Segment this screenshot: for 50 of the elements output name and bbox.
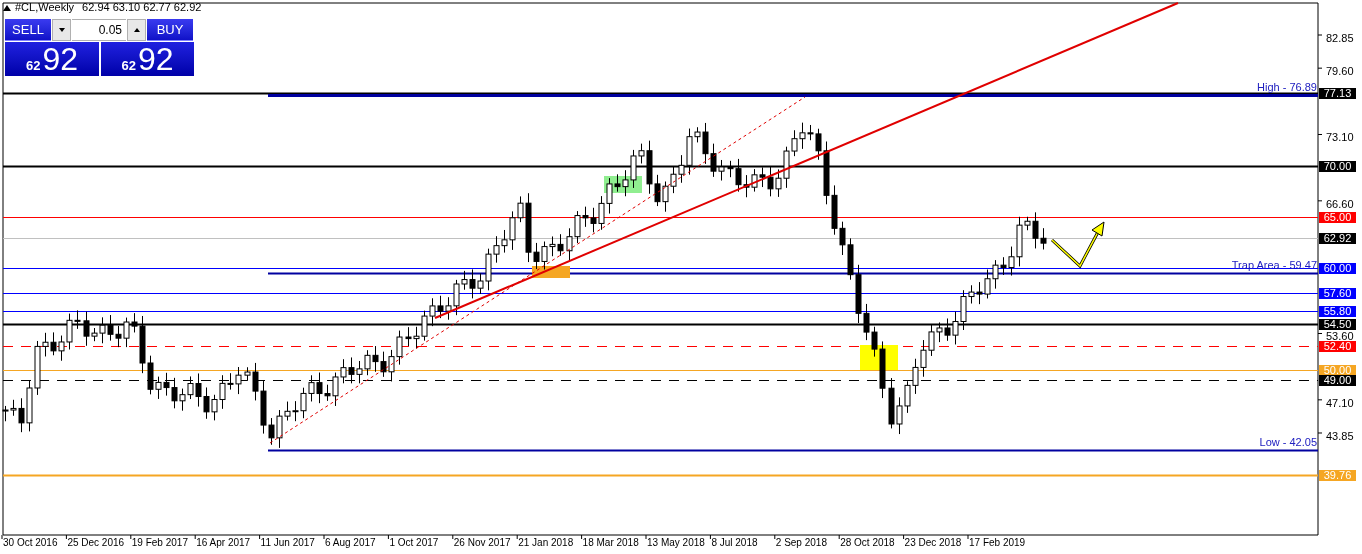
price-tag: 49.00 (1319, 375, 1356, 386)
date-axis-label: 25 Dec 2016 (67, 537, 125, 549)
date-axis-label: 11 Jun 2017 (260, 537, 315, 549)
price-tag: 70.00 (1319, 161, 1356, 172)
caret-down-icon (58, 28, 65, 32)
caret-up-icon (133, 28, 140, 32)
chart-symbol: #CL,Weekly (15, 0, 75, 16)
arrow-drawing (1050, 221, 1105, 269)
triangle-icon[interactable] (3, 4, 11, 11)
date-axis-label: 21 Jan 2018 (518, 537, 574, 549)
level-label: Low - 42.05 (1259, 435, 1317, 448)
axis-tick-label: 43.85 (1326, 430, 1354, 443)
price-tag: 57.60 (1319, 288, 1356, 299)
date-axis-label: 17 Feb 2019 (969, 537, 1026, 549)
date-axis-label: 1 Oct 2017 (389, 537, 439, 549)
axis-tick-label: 73.10 (1326, 131, 1354, 145)
increase-lot-button[interactable] (127, 19, 146, 41)
axis-tick-label: 82.85 (1326, 32, 1354, 45)
buy-price-button[interactable]: 62 92 (101, 42, 194, 76)
date-axis-label: 6 Aug 2017 (325, 537, 376, 549)
date-axis-label: 16 Apr 2017 (196, 537, 251, 549)
date-axis-label: 23 Dec 2018 (904, 537, 962, 549)
ohlc-values: 62.94 63.10 62.77 62.92 (82, 0, 202, 16)
buy-button[interactable]: BUY (147, 19, 193, 41)
price-tag: 77.13 (1319, 88, 1356, 99)
price-tag: 54.50 (1319, 319, 1356, 330)
date-axis-label: 13 May 2018 (647, 537, 705, 549)
axis-tick-label: 53.60 (1326, 330, 1354, 343)
axis-tick-label: 47.10 (1326, 396, 1354, 410)
price-tag: 62.92 (1319, 233, 1356, 244)
price-tag: 52.40 (1319, 341, 1356, 352)
price-tag: 39.76 (1319, 470, 1356, 481)
sell-button[interactable]: SELL (5, 19, 51, 41)
date-axis-label: 8 Jul 2018 (711, 537, 758, 549)
date-axis-label: 18 Mar 2018 (582, 537, 639, 549)
axis-tick-label: 66.60 (1326, 197, 1354, 211)
date-axis-label: 19 Feb 2017 (131, 537, 188, 549)
sell-price-button[interactable]: 62 92 (5, 42, 99, 76)
date-axis-label: 26 Nov 2017 (453, 537, 511, 549)
lot-size-field[interactable]: 0.05 (72, 19, 126, 41)
axis-tick-label: 79.60 (1326, 65, 1354, 79)
decrease-lot-button[interactable] (52, 19, 71, 41)
level-label: Trap Area - 59.47 (1231, 258, 1317, 271)
price-tag: 55.80 (1319, 306, 1356, 317)
price-tag: 65.00 (1319, 212, 1356, 223)
level-label: High - 76.89 (1257, 80, 1317, 93)
date-axis-label: 28 Oct 2018 (840, 537, 895, 549)
date-axis-label: 2 Sep 2018 (775, 537, 827, 549)
price-tag: 60.00 (1319, 263, 1356, 274)
date-axis-label: 30 Oct 2016 (3, 537, 58, 549)
